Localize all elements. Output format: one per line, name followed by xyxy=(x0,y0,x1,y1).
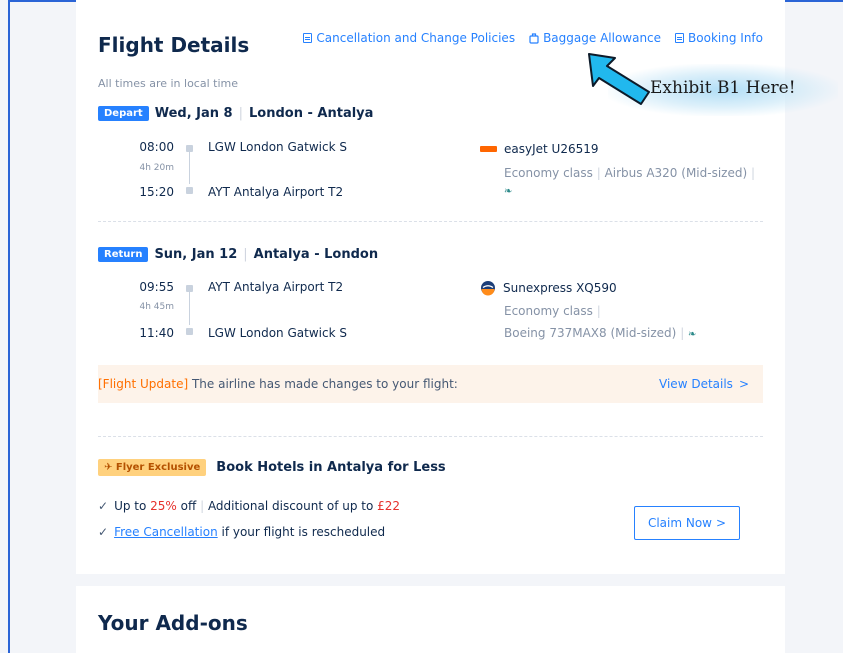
depart-airline: easyJet U26519 xyxy=(480,142,599,156)
divider xyxy=(98,436,763,437)
depart-duration: 4h 20m xyxy=(139,163,174,173)
separator: | xyxy=(238,106,243,121)
view-details-link[interactable]: View Details > xyxy=(659,377,749,391)
return-aircraft-info: Boeing 737MAX8 (Mid-sized) | ❧ xyxy=(504,326,696,340)
document-icon xyxy=(303,33,313,43)
separator: | xyxy=(750,166,756,180)
check-icon: ✓ xyxy=(98,499,109,513)
claim-now-label: Claim Now xyxy=(647,516,712,530)
return-header: Return Sun, Jan 12 | Antalya - London xyxy=(98,247,378,262)
depart-route: London - Antalya xyxy=(249,106,374,121)
flight-update-banner: [Flight Update] The airline has made cha… xyxy=(98,365,763,403)
claim-now-button[interactable]: Claim Now > xyxy=(634,506,740,540)
timeline-line xyxy=(189,152,190,184)
sunexpress-logo-icon xyxy=(481,281,495,296)
separator: | xyxy=(596,304,601,318)
separator: | xyxy=(243,247,248,262)
leaf-icon: ❧ xyxy=(504,186,513,197)
depart-badge: Depart xyxy=(98,106,149,121)
divider xyxy=(98,221,763,222)
timeline-dot xyxy=(186,285,193,292)
depart-airline-name: easyJet U26519 xyxy=(504,142,599,156)
return-airline: Sunexpress XQ590 xyxy=(480,280,617,296)
flyer-exclusive-label: Flyer Exclusive xyxy=(115,462,201,473)
timeline-dot xyxy=(186,145,193,152)
return-cabin: Economy class xyxy=(504,304,593,318)
timeline-line xyxy=(189,292,190,325)
separator: | xyxy=(596,166,605,180)
timeline-dot xyxy=(186,187,193,194)
flyer-exclusive-badge: ✈ Flyer Exclusive xyxy=(98,459,207,476)
depart-origin-airport: LGW London Gatwick S xyxy=(208,140,347,154)
promo-percent: 25% xyxy=(150,499,177,513)
return-date: Sun, Jan 12 xyxy=(154,247,238,262)
promo-discount-line: ✓ Up to 25% off | Additional discount of… xyxy=(98,499,400,513)
hotel-promo-title: Book Hotels in Antalya for Less xyxy=(216,460,446,475)
promo-extra-text: Additional discount of up to xyxy=(207,499,378,513)
baggage-allowance-link[interactable]: Baggage Allowance xyxy=(529,31,661,45)
leaf-icon: ❧ xyxy=(688,329,697,340)
promo-cancellation-line: ✓ Free Cancellation if your flight is re… xyxy=(98,525,385,539)
flight-update-text: The airline has made changes to your fli… xyxy=(188,377,458,391)
policy-links: Cancellation and Change Policies Baggage… xyxy=(303,31,763,45)
booking-info-link[interactable]: Booking Info xyxy=(675,31,763,45)
return-arrival-time: 11:40 xyxy=(139,326,174,340)
depart-amenities: ❧ xyxy=(504,183,512,197)
add-ons-title: Your Add-ons xyxy=(98,611,248,635)
depart-date: Wed, Jan 8 xyxy=(154,106,233,121)
depart-cabin: Economy class xyxy=(504,166,593,180)
return-destination-airport: LGW London Gatwick S xyxy=(208,326,347,340)
view-details-label: View Details xyxy=(659,377,733,391)
return-route: Antalya - London xyxy=(253,247,379,262)
booking-info-label: Booking Info xyxy=(688,31,763,45)
check-icon: ✓ xyxy=(98,525,109,539)
free-cancellation-link[interactable]: Free Cancellation xyxy=(114,525,218,539)
return-cabin-info: Economy class | xyxy=(504,304,601,318)
separator: | xyxy=(680,326,689,340)
flight-update-message: [Flight Update] The airline has made cha… xyxy=(98,377,458,391)
depart-aircraft: Airbus A320 (Mid-sized) xyxy=(604,166,748,180)
cancellation-policies-label: Cancellation and Change Policies xyxy=(316,31,516,45)
depart-departure-time: 08:00 xyxy=(139,140,174,154)
promo-off: off xyxy=(176,499,197,513)
depart-destination-airport: AYT Antalya Airport T2 xyxy=(208,185,344,199)
document-icon xyxy=(675,33,685,43)
promo-discount-text: Up to 25% off | Additional discount of u… xyxy=(114,499,400,513)
promo-cancellation-text: Free Cancellation if your flight is resc… xyxy=(114,525,385,539)
window-left-border xyxy=(8,0,10,653)
annotation-arrow-icon xyxy=(588,53,650,105)
baggage-allowance-label: Baggage Allowance xyxy=(543,31,662,45)
flight-update-tag: [Flight Update] xyxy=(98,377,189,391)
return-departure-time: 09:55 xyxy=(139,280,174,294)
hotel-promo-header: ✈ Flyer Exclusive Book Hotels in Antalya… xyxy=(98,459,446,476)
depart-arrival-time: 15:20 xyxy=(139,185,174,199)
separator: | xyxy=(200,499,208,513)
plane-icon: ✈ xyxy=(104,462,113,473)
return-origin-airport: AYT Antalya Airport T2 xyxy=(208,280,344,294)
add-ons-card: Your Add-ons xyxy=(76,586,785,653)
return-duration: 4h 45m xyxy=(139,302,174,312)
return-airline-name: Sunexpress XQ590 xyxy=(503,281,617,295)
local-time-note: All times are in local time xyxy=(98,77,239,90)
timeline-dot xyxy=(186,328,193,335)
luggage-icon xyxy=(529,32,539,44)
promo-cancellation-rest: if your flight is rescheduled xyxy=(217,525,386,539)
promo-prefix: Up to xyxy=(114,499,151,513)
promo-amount: £22 xyxy=(377,499,401,513)
depart-header: Depart Wed, Jan 8 | London - Antalya xyxy=(98,106,373,121)
return-aircraft: Boeing 737MAX8 (Mid-sized) xyxy=(504,326,677,340)
return-badge: Return xyxy=(98,247,149,262)
page-title: Flight Details xyxy=(98,33,250,57)
depart-cabin-info: Economy class | Airbus A320 (Mid-sized) … xyxy=(504,166,755,180)
annotation-label: Exhibit B1 Here! xyxy=(650,78,796,98)
chevron-right-icon: > xyxy=(715,516,727,530)
chevron-right-icon: > xyxy=(738,377,749,391)
easyjet-logo-icon xyxy=(480,146,497,152)
cancellation-policies-link[interactable]: Cancellation and Change Policies xyxy=(303,31,515,45)
